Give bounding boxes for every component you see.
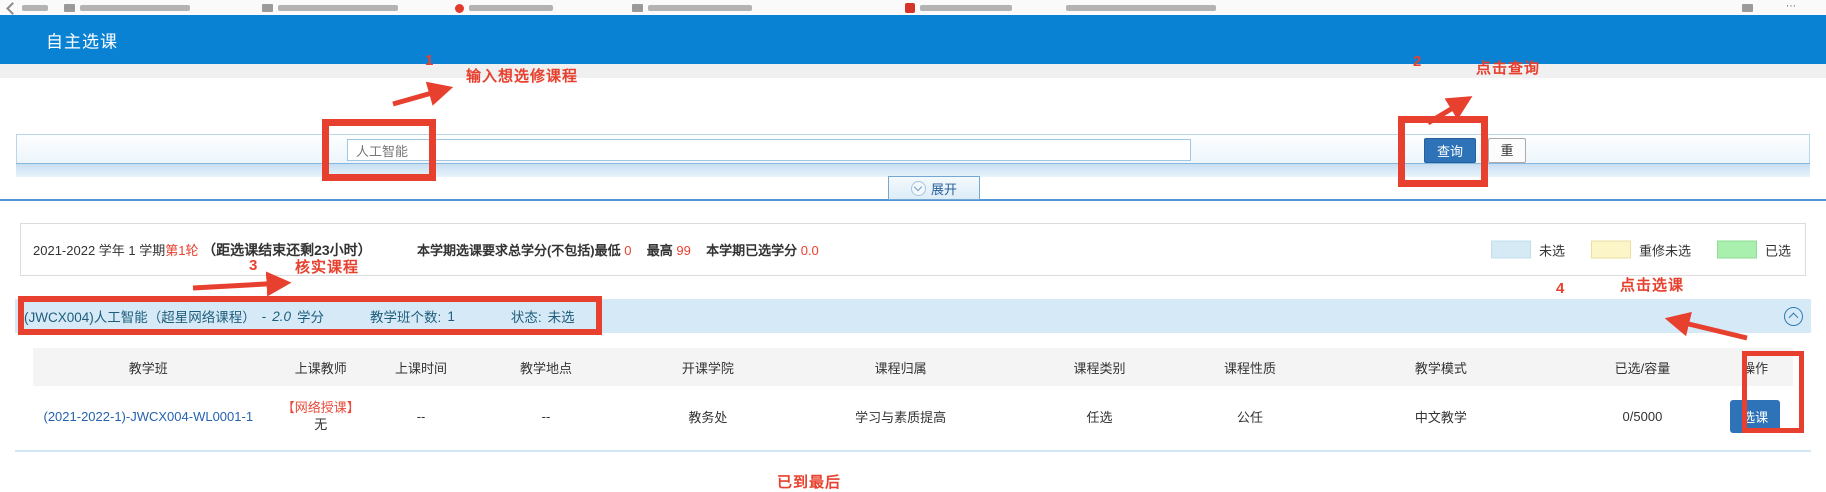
status-legend: 未选 重修未选 已选 [1491, 240, 1791, 259]
annotation-step2-label: 点击查询 [1476, 57, 1540, 78]
folder-icon [64, 4, 75, 12]
col-header-place: 教学地点 [464, 348, 628, 386]
arrow-step2 [1428, 100, 1466, 123]
col-header-time: 上课时间 [378, 348, 464, 386]
credits-unit: 学分 [297, 306, 324, 326]
chevron-down-circle-icon [911, 181, 926, 196]
table-row: (2021-2022-1)-JWCX004-WL0001-1 【网络授课】 无 … [33, 386, 1793, 446]
col-header-nature: 课程性质 [1186, 348, 1314, 386]
expand-label: 展开 [931, 179, 957, 198]
annotation-step4-label: 点击选课 [1620, 274, 1684, 295]
requirement-label: 本学期选课要求总学分(不包括)最低 [417, 243, 621, 258]
folder-icon [262, 4, 273, 12]
query-button[interactable]: 查询 [1424, 138, 1476, 163]
page-header: 自主选课 [0, 15, 1826, 64]
reset-button[interactable]: 重置 [1488, 138, 1526, 163]
selected-label: 本学期已选学分 [706, 243, 797, 258]
class-id-link[interactable]: (2021-2022-1)-JWCX004-WL0001-1 [44, 409, 254, 424]
col-header-college: 开课学院 [628, 348, 788, 386]
expand-strip [16, 163, 1810, 177]
annotation-step1-label: 输入想选修课程 [466, 65, 578, 86]
table-header-row: 教学班 上课教师 上课时间 教学地点 开课学院 课程归属 课程类别 课程性质 教… [33, 348, 1793, 386]
header-sub-strip [0, 64, 1826, 78]
bookmark-item[interactable] [455, 3, 553, 13]
cell-place: -- [464, 386, 628, 446]
cell-mode: 中文教学 [1314, 386, 1567, 446]
col-header-belong: 课程归属 [788, 348, 1013, 386]
chevron-icon [6, 2, 19, 15]
bookmarks-bar: ⋯ [0, 0, 1826, 15]
folder-icon [632, 4, 643, 12]
col-header-category: 课程类别 [1013, 348, 1185, 386]
page-title: 自主选课 [46, 27, 118, 52]
class-count-label: 教学班个数: [370, 306, 441, 326]
annotation-footer-text: 已到最后 [777, 471, 841, 492]
class-table: 教学班 上课教师 上课时间 教学地点 开课学院 课程归属 课程类别 课程性质 教… [33, 348, 1793, 446]
cell-nature: 公任 [1186, 386, 1314, 446]
round-text: 第1轮 [165, 243, 198, 258]
bookmark-item[interactable] [1066, 3, 1216, 13]
collapse-toggle[interactable] [1784, 307, 1803, 326]
arrow-step1 [393, 89, 446, 104]
retake-swatch [1591, 241, 1631, 259]
arrow-step3 [193, 283, 284, 288]
overflow-menu-icon[interactable]: ⋯ [1786, 1, 1798, 12]
cell-capacity: 0/5000 [1568, 386, 1718, 446]
course-credits: 2.0 [272, 309, 291, 324]
term-info-text: 2021-2022 学年 1 学期第1轮 （距选课结束还剩23小时） 本学期选课… [33, 240, 819, 260]
term-info-panel: 2021-2022 学年 1 学期第1轮 （距选课结束还剩23小时） 本学期选课… [20, 223, 1806, 276]
course-status: 未选 [548, 306, 575, 326]
status-label: 状态: [511, 306, 542, 326]
legend-item-unselected: 未选 [1491, 240, 1565, 259]
annotation-step1-number: 1 [425, 52, 433, 69]
annotation-step3-label: 核实课程 [295, 256, 359, 277]
col-header-action: 操作 [1717, 348, 1793, 386]
legend-item-retake: 重修未选 [1591, 240, 1691, 259]
min-credit: 0 [624, 243, 631, 258]
dash: - [262, 309, 267, 324]
selected-swatch [1717, 241, 1757, 259]
course-search-input[interactable] [347, 139, 1191, 161]
max-label: 最高 [647, 243, 673, 258]
cell-college: 教务处 [628, 386, 788, 446]
annotation-step2-number: 2 [1413, 53, 1421, 70]
legend-item-selected: 已选 [1717, 240, 1791, 259]
col-header-class: 教学班 [33, 348, 264, 386]
teacher-name: 无 [265, 416, 377, 433]
bookmark-item[interactable] [632, 3, 752, 13]
class-count: 1 [447, 309, 455, 324]
expand-toggle[interactable]: 展开 [888, 176, 980, 200]
cell-belong: 学习与素质提高 [788, 386, 1013, 446]
term-text: 2021-2022 学年 1 学期 [33, 243, 165, 258]
course-title: (JWCX004)人工智能（超星网络课程） [24, 306, 256, 326]
search-panel: 查询 重置 [16, 134, 1810, 165]
cell-category: 任选 [1013, 386, 1185, 446]
annotation-step4-number: 4 [1556, 280, 1564, 297]
folder-icon [1742, 4, 1753, 12]
select-course-button[interactable]: 选课 [1730, 400, 1780, 433]
bookmark-item[interactable] [8, 3, 48, 13]
bookmark-item[interactable] [262, 3, 398, 13]
class-table-panel: 教学班 上课教师 上课时间 教学地点 开课学院 课程归属 课程类别 课程性质 教… [15, 333, 1811, 452]
annotation-step3-number: 3 [249, 257, 257, 274]
red-circle-icon [455, 4, 464, 13]
bookmark-item[interactable] [64, 3, 190, 13]
col-header-capacity: 已选/容量 [1568, 348, 1718, 386]
unselected-swatch [1491, 241, 1531, 259]
selected-credit: 0.0 [801, 243, 819, 258]
col-header-mode: 教学模式 [1314, 348, 1567, 386]
col-header-teacher: 上课教师 [264, 348, 378, 386]
max-credit: 99 [676, 243, 690, 258]
teacher-tag: 【网络授课】 [265, 399, 377, 416]
chevron-up-icon [1789, 313, 1799, 323]
course-group-bar: (JWCX004)人工智能（超星网络课程） - 2.0 学分 教学班个数: 1 … [15, 299, 1811, 333]
red-square-icon [905, 3, 915, 13]
cell-time: -- [378, 386, 464, 446]
bookmark-folder-button[interactable] [1742, 3, 1753, 13]
bookmark-item[interactable] [905, 3, 1012, 13]
